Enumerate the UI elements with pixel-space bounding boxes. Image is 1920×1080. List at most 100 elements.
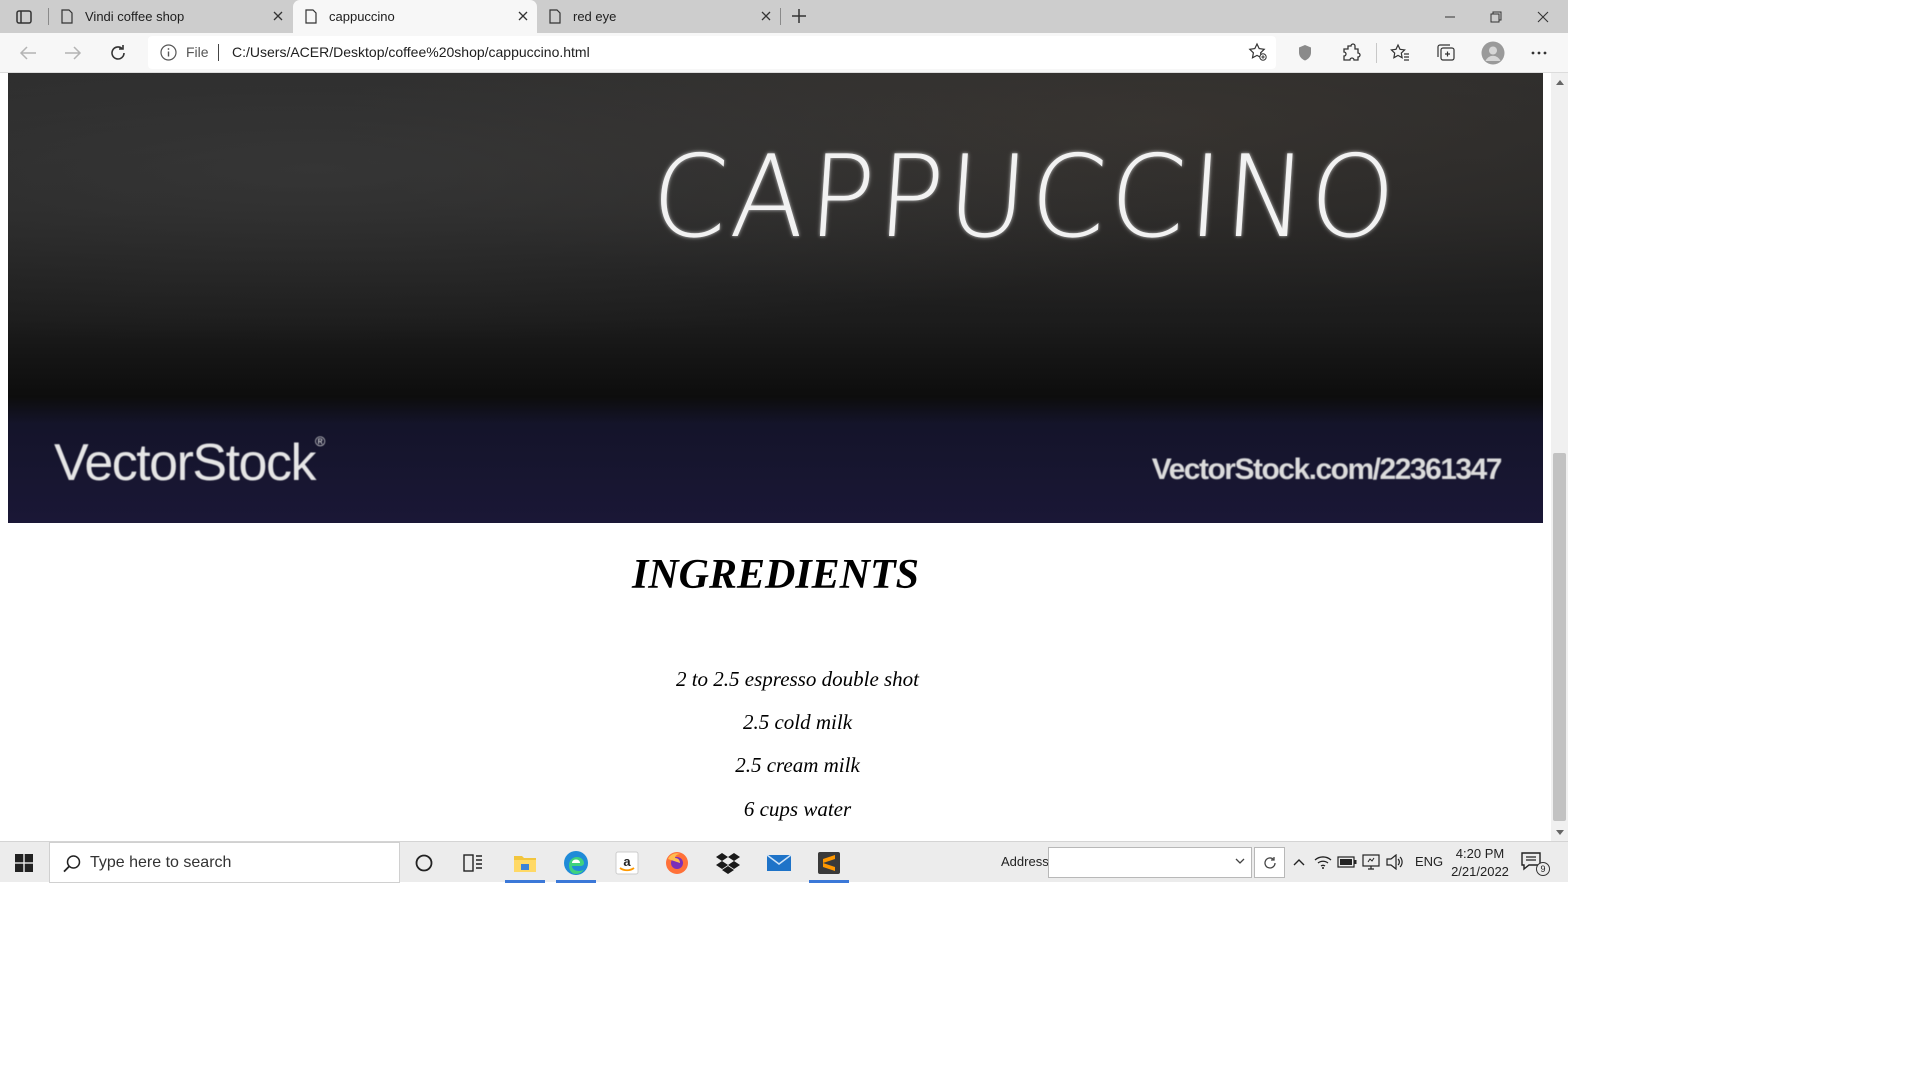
amazon-icon: a bbox=[615, 851, 639, 874]
dropbox-icon bbox=[716, 852, 740, 874]
svg-text:a: a bbox=[623, 854, 631, 869]
favorites-button[interactable] bbox=[1388, 41, 1412, 65]
ingredients-heading: INGREDIENTS bbox=[631, 552, 920, 598]
shield-icon bbox=[1299, 45, 1311, 61]
watermark-url: VectorStock.com/22361347 bbox=[1151, 453, 1503, 486]
address-separator bbox=[218, 44, 219, 61]
restore-icon bbox=[1490, 11, 1502, 22]
taskbar-address-go-button[interactable] bbox=[1254, 847, 1285, 878]
caret-down-icon bbox=[1555, 829, 1564, 835]
vertical-scrollbar[interactable] bbox=[1551, 73, 1568, 841]
mail-button[interactable] bbox=[756, 842, 802, 883]
registered-mark: ® bbox=[314, 433, 325, 449]
close-window-button[interactable] bbox=[1520, 0, 1566, 33]
add-favorite-icon[interactable] bbox=[1248, 42, 1268, 62]
tab-separator bbox=[780, 8, 781, 25]
wifi-icon bbox=[1314, 856, 1332, 869]
refresh-icon bbox=[1263, 856, 1276, 869]
profile-button[interactable] bbox=[1481, 41, 1505, 65]
battery-button[interactable] bbox=[1337, 852, 1357, 872]
info-icon[interactable] bbox=[160, 44, 177, 61]
settings-more-button[interactable] bbox=[1527, 41, 1551, 65]
show-hidden-icons-button[interactable] bbox=[1289, 852, 1309, 872]
tab-red-eye[interactable]: red eye bbox=[537, 0, 780, 33]
cortana-button[interactable] bbox=[401, 842, 447, 883]
firefox-icon bbox=[666, 851, 688, 874]
sublime-text-button[interactable] bbox=[806, 842, 852, 883]
scroll-down-button[interactable] bbox=[1551, 824, 1568, 841]
tab-vindi-coffee-shop[interactable]: Vindi coffee shop bbox=[49, 0, 292, 33]
hero-title: CAPPUCCINO bbox=[647, 131, 1404, 264]
caret-up-icon bbox=[1555, 79, 1564, 85]
address-bar[interactable]: File C:/Users/ACER/Desktop/coffee%20shop… bbox=[148, 36, 1276, 69]
collections-button[interactable] bbox=[1434, 41, 1458, 65]
close-tab-button[interactable] bbox=[758, 8, 774, 24]
dropbox-button[interactable] bbox=[705, 842, 751, 883]
network-button[interactable] bbox=[1313, 852, 1333, 872]
taskbar-address-input[interactable] bbox=[1048, 847, 1252, 878]
tab-actions-menu-button[interactable] bbox=[6, 4, 42, 29]
clock-date: 2/21/2022 bbox=[1451, 864, 1509, 879]
tab-cappuccino[interactable]: cappuccino bbox=[293, 0, 537, 33]
task-view-icon bbox=[463, 853, 482, 872]
edge-button[interactable] bbox=[553, 842, 599, 883]
tab-title: red eye bbox=[573, 9, 617, 24]
close-icon bbox=[273, 11, 283, 21]
page-icon bbox=[549, 9, 561, 24]
amazon-button[interactable]: a bbox=[604, 842, 650, 883]
speaker-icon bbox=[1386, 854, 1403, 870]
toolbar-divider bbox=[1376, 43, 1377, 63]
avatar-icon bbox=[1481, 41, 1505, 65]
forward-arrow-icon bbox=[65, 46, 82, 60]
extensions-button[interactable] bbox=[1339, 41, 1363, 65]
taskbar-search-box[interactable]: Type here to search bbox=[49, 842, 400, 883]
chevron-down-icon[interactable] bbox=[1235, 856, 1245, 866]
tracking-prevention-button[interactable] bbox=[1293, 41, 1317, 65]
close-tab-button[interactable] bbox=[515, 8, 531, 24]
ingredient-item: 2.5 cream milk bbox=[735, 753, 860, 777]
watermark-logo: VectorStock® bbox=[54, 433, 325, 493]
input-language[interactable]: ENG bbox=[1415, 854, 1443, 869]
mail-icon bbox=[766, 853, 792, 871]
notification-count-badge: 9 bbox=[1536, 862, 1550, 876]
clock-time: 4:20 PM bbox=[1455, 846, 1505, 861]
page-icon bbox=[61, 9, 73, 24]
tab-actions-icon bbox=[16, 9, 32, 24]
restore-button[interactable] bbox=[1473, 0, 1519, 33]
page-icon bbox=[305, 9, 317, 24]
browser-toolbar: File C:/Users/ACER/Desktop/coffee%20shop… bbox=[0, 33, 1568, 73]
minimize-button[interactable] bbox=[1427, 0, 1473, 33]
system-clock[interactable]: 4:20 PM 2/21/2022 bbox=[1448, 845, 1512, 881]
tab-title: Vindi coffee shop bbox=[85, 9, 185, 24]
close-icon bbox=[1537, 11, 1549, 22]
close-icon bbox=[518, 11, 528, 21]
close-icon bbox=[761, 11, 771, 21]
back-button[interactable] bbox=[13, 38, 43, 68]
sublime-text-icon bbox=[818, 851, 840, 874]
refresh-button[interactable] bbox=[103, 38, 133, 68]
hero-image: CAPPUCCINO VectorStock® VectorStock.com/… bbox=[8, 73, 1543, 523]
puzzle-icon bbox=[1343, 43, 1361, 61]
chevron-up-icon bbox=[1293, 859, 1305, 866]
scroll-thumb[interactable] bbox=[1553, 453, 1566, 821]
more-icon bbox=[1531, 51, 1547, 55]
plus-icon bbox=[792, 9, 806, 23]
display-button[interactable] bbox=[1361, 852, 1381, 872]
tab-title: cappuccino bbox=[329, 9, 395, 24]
task-view-button[interactable] bbox=[450, 842, 496, 883]
page-viewport: CAPPUCCINO VectorStock® VectorStock.com/… bbox=[0, 73, 1551, 841]
scroll-up-button[interactable] bbox=[1551, 73, 1568, 90]
new-tab-button[interactable] bbox=[787, 4, 811, 28]
minimize-icon bbox=[1445, 16, 1455, 17]
ingredient-item: 6 cups water bbox=[743, 797, 852, 821]
firefox-button[interactable] bbox=[654, 842, 700, 883]
windows-logo-icon bbox=[15, 853, 33, 872]
url-text[interactable]: C:/Users/ACER/Desktop/coffee%20shop/capp… bbox=[232, 44, 590, 60]
start-button[interactable] bbox=[0, 842, 48, 883]
file-explorer-button[interactable] bbox=[502, 842, 548, 883]
action-center-button[interactable]: 9 bbox=[1520, 851, 1550, 876]
search-placeholder: Type here to search bbox=[90, 854, 232, 871]
volume-button[interactable] bbox=[1385, 852, 1405, 872]
forward-button[interactable] bbox=[58, 38, 88, 68]
close-tab-button[interactable] bbox=[270, 8, 286, 24]
